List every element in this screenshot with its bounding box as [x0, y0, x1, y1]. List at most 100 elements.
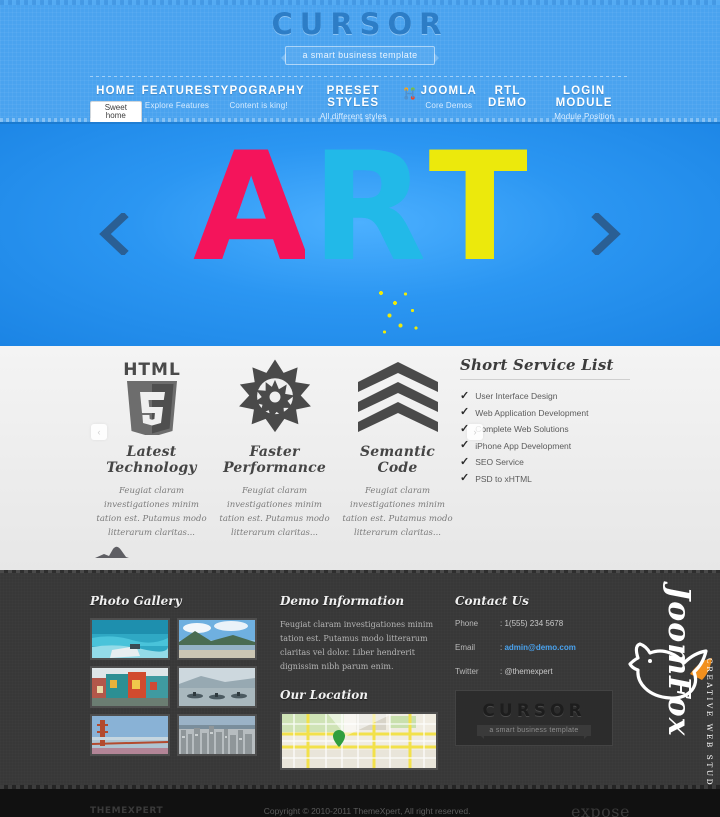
- hero-letter-t: T: [428, 122, 531, 295]
- location-map[interactable]: [280, 712, 438, 770]
- features-prev-arrow[interactable]: ‹: [91, 424, 107, 440]
- gallery-thumb-turquoise-sea-waves[interactable]: [90, 618, 170, 660]
- hero-next-arrow[interactable]: [589, 213, 623, 255]
- service-list-title: Short Service List: [460, 356, 630, 380]
- nav-label-preset-styles: PRESET STYLES: [326, 85, 380, 109]
- header-top-strip: [0, 0, 720, 5]
- nav-item-features[interactable]: FEATURES Explore Features: [141, 85, 213, 110]
- photo-gallery-grid: [90, 618, 280, 756]
- chevron-right-icon: [591, 213, 621, 255]
- nav-sub-features: Explore Features: [144, 100, 210, 110]
- watermark-subtitle: CREATIVE WEB STUDIO: [705, 658, 714, 785]
- gallery-thumb-boats-on-calm-lake[interactable]: [177, 666, 257, 708]
- features-next-arrow[interactable]: ›: [467, 424, 483, 440]
- feature-card-latest-technology: HTML Latest Technology Feugiat claram in…: [90, 356, 213, 540]
- contact-value-phone: : 1(555) 234 5678: [500, 619, 564, 628]
- feature-text-semantic-code: Feugiat claram investigationes minim tat…: [342, 486, 453, 538]
- gallery-thumb-beach-with-mountain[interactable]: [177, 618, 257, 660]
- feature-title-latest-technology: Latest Technology: [106, 444, 197, 476]
- service-list-item[interactable]: ✓ iPhone App Development: [460, 438, 630, 455]
- nav-label-typography: TYPOGRAPHY: [212, 85, 305, 97]
- map-image: [282, 714, 436, 768]
- hero-letter-a: A: [193, 122, 309, 295]
- our-location-title: Our Location: [280, 688, 369, 702]
- service-list-item[interactable]: ✓ SEO Service: [460, 454, 630, 471]
- hero-top-line: [0, 122, 720, 124]
- gear-icon: [219, 356, 330, 438]
- nav-item-joomla[interactable]: JOOMLA Core Demos: [402, 85, 477, 110]
- service-list: ✓ User Interface Design ✓ Web Applicatio…: [460, 388, 630, 487]
- bottom-bar: THEMEXPERT Copyright © 2010-2011 ThemeXp…: [0, 785, 720, 817]
- nav-label-joomla: JOOMLA: [420, 85, 477, 97]
- hill-decoration-icon: [95, 546, 129, 558]
- contact-row-phone: Phone : 1(555) 234 5678: [455, 618, 630, 630]
- footer-logo-tagline: a smart business template: [477, 724, 591, 739]
- short-service-list-module: Short Service List ✓ User Interface Desi…: [460, 356, 630, 540]
- check-icon: ✓: [460, 439, 470, 452]
- nav-item-rtl-demo[interactable]: RTL DEMO: [477, 85, 538, 109]
- feature-card-semantic-code: Semantic Code Feugiat claram investigati…: [336, 356, 459, 540]
- feature-title-faster-performance: Faster Performance: [223, 444, 326, 476]
- photo-gallery-title: Photo Gallery: [90, 594, 182, 608]
- joomfox-watermark: JoomFox CREATIVE WEB STUDIO: [622, 572, 718, 785]
- gallery-thumb-colorful-painted-houses[interactable]: [90, 666, 170, 708]
- contact-us-title: Contact Us: [455, 594, 529, 608]
- brand: CURSOR a smart business template: [0, 0, 720, 65]
- hero-slider: A R T: [0, 122, 720, 346]
- html5-icon: HTML: [96, 356, 207, 438]
- nav-item-preset-styles[interactable]: PRESET STYLES All different styles: [305, 85, 402, 121]
- feature-columns: HTML Latest Technology Feugiat claram in…: [90, 356, 460, 540]
- contact-label-twitter: Twitter: [455, 667, 479, 676]
- footer-module-demo-information: Demo Information Feugiat claram investig…: [280, 594, 455, 770]
- service-list-item[interactable]: ✓ Web Application Development: [460, 405, 630, 422]
- features-section: ‹ › HTML Latest Technology Feugiat clara…: [0, 346, 720, 570]
- contact-row-twitter: Twitter : @themexpert: [455, 666, 630, 678]
- contact-email-link[interactable]: admin@demo.com: [504, 643, 575, 652]
- service-list-item[interactable]: ✓ PSD to xHTML: [460, 471, 630, 488]
- feature-card-faster-performance: Faster Performance Feugiat claram invest…: [213, 356, 336, 540]
- site-tagline: a smart business template: [281, 46, 439, 65]
- gallery-thumb-city-skyline-aerial[interactable]: [177, 714, 257, 756]
- watermark-name: JoomFox: [661, 586, 696, 737]
- nav-item-login-module[interactable]: LOGIN MODULE Module Position: [538, 85, 630, 121]
- feature-title-semantic-code: Semantic Code: [360, 444, 435, 476]
- feature-text-faster-performance: Feugiat claram investigationes minim tat…: [219, 486, 330, 538]
- nav-item-home[interactable]: HOME Sweet home: [90, 85, 142, 122]
- footer-top-dash: [0, 570, 720, 573]
- svg-text:HTML: HTML: [123, 360, 181, 380]
- main-navigation: HOME Sweet home FEATURES Explore Feature…: [90, 77, 630, 122]
- nav-label-home: HOME: [96, 85, 136, 97]
- nav-sub-typography: Content is king!: [229, 100, 288, 110]
- footer-module-contact-us: Contact Us Phone : 1(555) 234 5678 Email…: [455, 594, 630, 770]
- copyright-text: Copyright © 2010-2011 ThemeXpert, All ri…: [263, 805, 471, 816]
- joomla-icon: [403, 87, 415, 100]
- gallery-thumb-golden-gate-bridge[interactable]: [90, 714, 170, 756]
- footer-logo-name: CURSOR: [482, 700, 586, 721]
- service-item-label: Complete Web Solutions: [475, 424, 569, 435]
- themexpert-logo[interactable]: THEMEXPERT: [90, 806, 163, 816]
- nav-label-features: FEATURES: [141, 85, 213, 97]
- site-footer: Photo Gallery Demo Information Feugiat c…: [0, 570, 720, 785]
- nav-label-rtl-demo: RTL DEMO: [488, 85, 528, 109]
- nav-item-typography[interactable]: TYPOGRAPHY Content is king!: [212, 85, 305, 110]
- service-item-label: SEO Service: [475, 457, 524, 468]
- service-item-label: PSD to xHTML: [475, 473, 532, 484]
- site-header: CURSOR a smart business template HOME Sw…: [0, 0, 720, 122]
- site-logo[interactable]: CURSOR: [0, 9, 720, 39]
- nav-label-login-module: LOGIN MODULE: [555, 85, 613, 109]
- nav-sub-joomla: Core Demos: [425, 100, 473, 110]
- service-list-item[interactable]: ✓ User Interface Design: [460, 388, 630, 405]
- expose-logo[interactable]: expose: [571, 802, 630, 817]
- contact-label-phone: Phone: [455, 619, 479, 628]
- contact-label-email: Email: [455, 643, 476, 652]
- footer-logo-block[interactable]: CURSOR a smart business template: [455, 690, 613, 746]
- hero-prev-arrow[interactable]: [97, 213, 131, 255]
- contact-row-email: Email : admin@demo.com: [455, 643, 576, 652]
- check-icon: ✓: [460, 406, 470, 419]
- page-root: CURSOR a smart business template HOME Sw…: [0, 0, 720, 817]
- check-icon: ✓: [460, 389, 470, 402]
- bottom-bar-dash: [0, 785, 720, 789]
- service-list-item[interactable]: ✓ Complete Web Solutions: [460, 421, 630, 438]
- check-icon: ✓: [460, 472, 470, 485]
- hero-letter-specks: [374, 288, 445, 338]
